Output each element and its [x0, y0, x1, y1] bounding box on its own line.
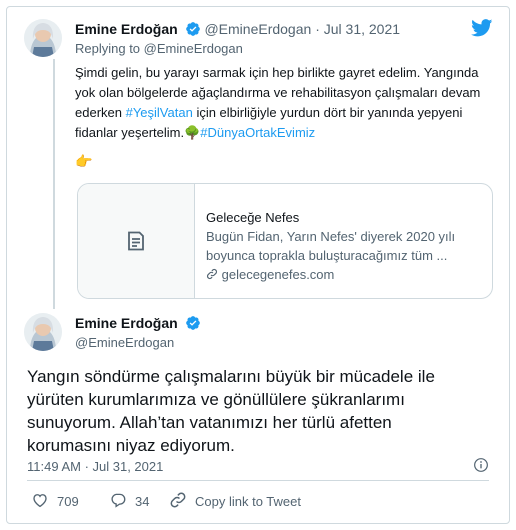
replying-to-handle[interactable]: @EmineErdogan [144, 41, 243, 56]
link-preview-title: Geleceğe Nefes [206, 210, 300, 225]
document-icon [124, 229, 148, 258]
main-tweet-header: Emine Erdoğan [75, 315, 201, 333]
link-preview-thumbnail [78, 184, 195, 298]
main-text-line: sunuyorum. Allah’tan vatanımızı her türl… [27, 413, 392, 432]
twitter-bird-icon[interactable] [471, 19, 493, 42]
copy-link-button[interactable]: Copy link to Tweet [169, 491, 301, 512]
link-preview-card[interactable]: Geleceğe Nefes Bugün Fidan, Yarın Nefes'… [77, 183, 493, 299]
like-button[interactable]: 709 [31, 491, 79, 512]
heart-icon [31, 491, 57, 512]
reply-text-segment: ederken [75, 105, 126, 120]
replying-to-line: Replying to @EmineErdogan [75, 41, 243, 56]
chain-link-icon [206, 267, 218, 282]
main-author-avatar[interactable] [24, 313, 62, 351]
hashtag-dunyaortakevimiz[interactable]: #DünyaOrtakEvimiz [200, 125, 315, 140]
reply-text-line: yok olan bölgelerde ağaçlandırma ve reha… [75, 85, 481, 100]
reply-tweet-date[interactable]: Jul 31, 2021 [324, 21, 400, 37]
reply-tweet-text: Şimdi gelin, bu yarayı sarmak için hep b… [75, 63, 505, 143]
pointing-emoji: 👉 [75, 153, 93, 169]
verified-badge-icon [185, 21, 201, 37]
reply-text-segment: fidanlar yeşertelim. [75, 125, 185, 140]
reply-author-avatar[interactable] [24, 19, 62, 57]
reply-button[interactable]: 34 [109, 491, 149, 512]
hashtag-yesilvatan[interactable]: #YeşilVatan [126, 105, 193, 120]
reply-count: 34 [135, 494, 150, 509]
link-preview-text: Geleceğe Nefes Bugün Fidan, Yarın Nefes'… [206, 208, 486, 284]
thread-connector-line [53, 59, 55, 309]
header-separator: · [315, 21, 320, 37]
actions-divider [27, 480, 489, 481]
reply-text-line: Şimdi gelin, bu yarayı sarmak için hep b… [75, 65, 479, 80]
main-tweet-text: Yangın söndürme çalışmalarını büyük bir … [27, 365, 497, 457]
reply-text-line: fidanlar yeşertelim.🌳#DünyaOrtakEvimiz [75, 123, 505, 143]
reply-text-line: ederken #YeşilVatan için elbirliğiyle yu… [75, 103, 505, 123]
main-text-line: Yangın söndürme çalışmalarını büyük bir … [27, 367, 435, 386]
link-preview-domain-row: gelecegenefes.com [206, 265, 486, 284]
like-count: 709 [57, 494, 79, 509]
main-author-handle[interactable]: @EmineErdogan [75, 335, 174, 350]
replying-to-prefix: Replying to [75, 41, 141, 56]
info-icon[interactable] [473, 457, 489, 478]
verified-badge-icon [185, 315, 201, 331]
copy-link-icon [169, 491, 195, 512]
main-text-line: korumasını niyaz ediyorum. [27, 436, 235, 455]
link-preview-description: boyunca toprakla buluşturacağımız tüm ..… [206, 248, 448, 263]
reply-icon [109, 491, 135, 512]
main-text-line: yürüten kurumlarımıza ve gönüllülere şük… [27, 390, 405, 409]
main-author-name[interactable]: Emine Erdoğan [75, 315, 178, 331]
reply-text-segment: için elbirliğiyle yurdun dört bir yanınd… [192, 105, 463, 120]
tree-emoji: 🌳 [184, 125, 201, 140]
reply-author-name[interactable]: Emine Erdoğan [75, 21, 178, 37]
embedded-tweet-card: Emine Erdoğan @EmineErdogan · Jul 31, 20… [6, 6, 510, 524]
main-tweet-timestamp[interactable]: 11:49 AM · Jul 31, 2021 [27, 459, 163, 474]
link-preview-description: Bugün Fidan, Yarın Nefes' diyerek 2020 y… [206, 229, 456, 244]
copy-link-label: Copy link to Tweet [195, 494, 301, 509]
link-preview-domain: gelecegenefes.com [221, 267, 335, 282]
reply-author-handle[interactable]: @EmineErdogan [204, 21, 311, 37]
reply-tweet-header: Emine Erdoğan @EmineErdogan · Jul 31, 20… [75, 21, 400, 37]
